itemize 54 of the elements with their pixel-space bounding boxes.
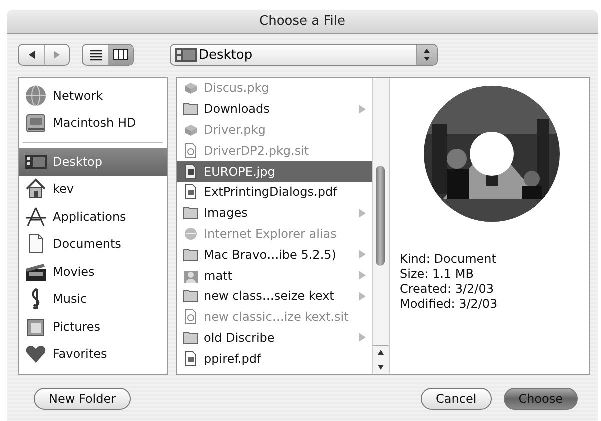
hard-drive-icon (25, 112, 47, 134)
choose-button[interactable]: Choose (504, 388, 578, 410)
sidebar-item[interactable]: Music (19, 286, 167, 313)
new-folder-button[interactable]: New Folder (34, 388, 132, 410)
sidebar-item[interactable]: Applications (19, 203, 167, 230)
sidebar-item[interactable]: Network (19, 82, 167, 110)
file-row[interactable]: Mac Bravo…ibe 5.2.5) (177, 244, 372, 266)
scroll-down-icon[interactable] (377, 363, 385, 371)
window-title: Choose a File (260, 14, 346, 29)
image-file-icon (183, 164, 199, 180)
file-row[interactable]: new class…seize kext (177, 286, 372, 307)
sidebar-item[interactable]: kev (19, 176, 167, 203)
sidebar-item[interactable]: Documents (19, 230, 167, 258)
cancel-button[interactable]: Cancel (421, 388, 492, 410)
archive-icon (183, 142, 199, 159)
sidebar-item[interactable]: Macintosh HD (19, 110, 167, 137)
folder-icon (183, 205, 199, 222)
list-view-icon (88, 49, 102, 61)
file-row[interactable]: ExtPrintingDialogs.pdf (177, 182, 372, 203)
folder-icon (183, 101, 199, 118)
forward-icon (52, 50, 62, 60)
file-row[interactable]: Images (177, 202, 372, 224)
scroll-up-icon[interactable] (377, 349, 385, 357)
columns-icon (113, 49, 129, 61)
vertical-scrollbar[interactable] (372, 78, 389, 374)
column-view-button[interactable] (108, 45, 133, 65)
sidebar-item[interactable]: Desktop (19, 148, 167, 176)
folder-icon (183, 246, 199, 263)
document-icon (183, 184, 199, 200)
file-info-text: Created: 3/2/03 (400, 282, 495, 297)
house-icon (25, 178, 47, 200)
location-popup[interactable]: Desktop (170, 44, 438, 66)
scroll-thumb[interactable] (376, 166, 385, 266)
file-row[interactable]: Downloads (177, 98, 372, 120)
heart-icon (25, 343, 47, 366)
archive-icon (183, 309, 199, 326)
file-row[interactable]: matt (177, 265, 372, 286)
package-icon (183, 80, 199, 96)
file-row[interactable]: ppiref.pdf (177, 348, 372, 370)
desktop-icon (175, 48, 197, 62)
sidebar-item[interactable]: Movies (19, 258, 167, 286)
file-info-text: Size: 1.1 MB (400, 267, 475, 282)
folder-icon (183, 288, 199, 304)
sidebar-item[interactable]: Pictures (19, 313, 167, 340)
document-icon (183, 350, 199, 367)
stepper-icon (416, 45, 437, 65)
sidebar-item[interactable]: Favorites (19, 340, 167, 368)
file-row[interactable]: old Discribe (177, 328, 372, 348)
file-row[interactable]: EUROPE.jpg (177, 161, 372, 182)
file-info-text: Modified: 3/2/03 (400, 297, 498, 312)
applications-icon (25, 206, 47, 228)
file-info-text: Kind: Document (400, 252, 498, 267)
folder-icon (183, 330, 199, 346)
back-icon (26, 50, 36, 60)
